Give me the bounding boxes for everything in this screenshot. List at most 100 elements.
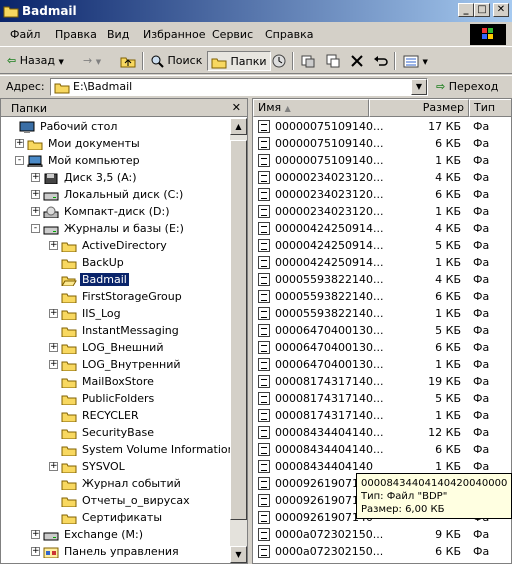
menu-help[interactable]: Справка [265, 28, 313, 41]
file-row[interactable]: 00008174317140... 5 КБ Фа [253, 390, 511, 407]
address-input[interactable]: E:\Badmail ▼ [50, 78, 428, 96]
tree-item-label: LOG_Внешний [82, 341, 164, 354]
tree-item[interactable]: FirstStorageGroup [61, 288, 184, 305]
tree-item[interactable]: PublicFolders [61, 390, 156, 407]
menu-tools[interactable]: Сервис [212, 28, 253, 41]
file-row[interactable]: 0000a072302150... 6 КБ Фа [253, 543, 511, 560]
views-button[interactable]: ▼ [400, 51, 431, 71]
copy-to-button[interactable] [322, 51, 344, 71]
tree-item[interactable]: Журнал событий [61, 475, 183, 492]
tree-item[interactable]: Панель управления [43, 543, 181, 560]
maximize-button[interactable]: □ [474, 3, 490, 17]
file-icon [258, 528, 270, 541]
scroll-thumb[interactable] [230, 140, 247, 520]
menu-favorites[interactable]: Избранное [143, 28, 205, 41]
tree-item-label: RECYCLER [82, 409, 139, 422]
tree-item[interactable]: BackUp [61, 254, 126, 271]
file-row[interactable]: 00008174317140... 1 КБ Фа [253, 407, 511, 424]
tree-item[interactable]: System Volume Information [61, 441, 237, 458]
tree-item[interactable]: ActiveDirectory [61, 237, 169, 254]
tree-item[interactable]: InstantMessaging [61, 322, 181, 339]
file-row[interactable]: 00006470400130... 5 КБ Фа [253, 322, 511, 339]
file-row[interactable]: 00000075109140... 17 КБ Фа [253, 118, 511, 135]
file-row[interactable]: 00008434404140... 6 КБ Фа [253, 441, 511, 458]
expand-toggle[interactable]: + [49, 360, 58, 369]
column-header-size[interactable]: Размер [369, 99, 469, 117]
tree-item[interactable]: Отчеты_о_вирусах [61, 492, 192, 509]
menu-edit[interactable]: Правка [55, 28, 97, 41]
tree-item[interactable]: LOG_Внешний [61, 339, 165, 356]
tree-item[interactable]: Локальный диск (C:) [43, 186, 185, 203]
tree-item[interactable]: IIS_Log [61, 305, 123, 322]
file-row[interactable]: 00000234023120... 6 КБ Фа [253, 186, 511, 203]
menu-file[interactable]: Файл [10, 28, 40, 41]
tree-item-label: Журнал событий [82, 477, 181, 490]
file-row[interactable]: 00005593822140... 4 КБ Фа [253, 271, 511, 288]
search-button[interactable]: Поиск [147, 51, 205, 71]
expand-toggle[interactable]: - [31, 224, 40, 233]
expand-toggle[interactable]: + [31, 173, 40, 182]
column-header-type[interactable]: Тип [469, 99, 511, 117]
expand-toggle[interactable]: + [49, 241, 58, 250]
expand-toggle[interactable]: + [49, 462, 58, 471]
file-row[interactable]: 00000075109140... 6 КБ Фа [253, 135, 511, 152]
expand-toggle[interactable]: - [15, 156, 24, 165]
file-row[interactable]: 00000424250914... 5 КБ Фа [253, 237, 511, 254]
file-row[interactable]: 00008174317140... 19 КБ Фа [253, 373, 511, 390]
expand-toggle[interactable]: + [31, 190, 40, 199]
tree-item[interactable]: Мои документы [27, 135, 142, 152]
file-size: 6 КБ [435, 137, 461, 150]
tree-item[interactable]: Рабочий стол [19, 118, 119, 135]
tree-item[interactable]: MailBoxStore [61, 373, 156, 390]
close-button[interactable]: ✕ [493, 3, 509, 17]
expand-toggle[interactable]: + [49, 309, 58, 318]
file-row[interactable]: 00005593822140... 1 КБ Фа [253, 305, 511, 322]
expand-toggle[interactable]: + [31, 207, 40, 216]
tree-item[interactable]: SecurityBase [61, 424, 156, 441]
tree-item[interactable]: Мой компьютер [27, 152, 142, 169]
back-button[interactable]: ⇦ Назад ▼ [4, 51, 67, 71]
tree-item[interactable]: Exchange (M:) [43, 526, 145, 543]
file-size: 1 КБ [435, 154, 461, 167]
go-button[interactable]: ⇨ Переход [436, 80, 498, 93]
history-button[interactable] [268, 51, 290, 71]
file-row[interactable]: 0000a072302150... 9 КБ Фа [253, 526, 511, 543]
move-to-button[interactable] [297, 51, 319, 71]
tree-item[interactable]: Badmail [61, 271, 130, 288]
tree-item[interactable]: Сертификаты [61, 509, 164, 526]
tree-item[interactable]: Журналы и базы (E:) [43, 220, 186, 237]
file-name: 00000075109140... [275, 154, 384, 167]
file-row[interactable]: 00000234023120... 4 КБ Фа [253, 169, 511, 186]
tree-scrollbar[interactable]: ▲ ▼ [230, 118, 247, 563]
tree-item[interactable]: Диск 3,5 (A:) [43, 169, 139, 186]
menu-view[interactable]: Вид [107, 28, 129, 41]
expand-toggle[interactable]: + [31, 530, 40, 539]
file-icon [258, 511, 270, 524]
file-row[interactable]: 00008434404140... 12 КБ Фа [253, 424, 511, 441]
up-folder-button[interactable] [117, 51, 139, 71]
tree-item[interactable]: LOG_Внутренний [61, 356, 183, 373]
minimize-button[interactable]: _ [458, 3, 474, 17]
column-header-name[interactable]: Имя ▲ [253, 99, 369, 117]
scroll-down-button[interactable]: ▼ [230, 546, 247, 563]
file-row[interactable]: 00006470400130... 1 КБ Фа [253, 356, 511, 373]
file-row[interactable]: 00000424250914... 1 КБ Фа [253, 254, 511, 271]
scroll-up-button[interactable]: ▲ [230, 118, 247, 135]
file-row[interactable]: 00005593822140... 6 КБ Фа [253, 288, 511, 305]
delete-button[interactable] [347, 51, 367, 71]
tree-item[interactable]: SYSVOL [61, 458, 127, 475]
forward-button[interactable]: → ▼ [80, 51, 104, 71]
folders-pane-close-button[interactable]: ✕ [232, 101, 241, 114]
expand-toggle[interactable]: + [31, 547, 40, 556]
file-row[interactable]: 00000424250914... 4 КБ Фа [253, 220, 511, 237]
undo-button[interactable] [370, 51, 392, 71]
tree-item[interactable]: RECYCLER [61, 407, 141, 424]
expand-toggle[interactable]: + [15, 139, 24, 148]
file-row[interactable]: 00006470400130... 6 КБ Фа [253, 339, 511, 356]
expand-toggle[interactable]: + [49, 343, 58, 352]
file-row[interactable]: 00000234023120... 1 КБ Фа [253, 203, 511, 220]
tree-item[interactable]: Компакт-диск (D:) [43, 203, 172, 220]
folders-button[interactable]: Папки [207, 51, 271, 71]
address-dropdown-button[interactable]: ▼ [411, 79, 427, 95]
file-row[interactable]: 00000075109140... 1 КБ Фа [253, 152, 511, 169]
